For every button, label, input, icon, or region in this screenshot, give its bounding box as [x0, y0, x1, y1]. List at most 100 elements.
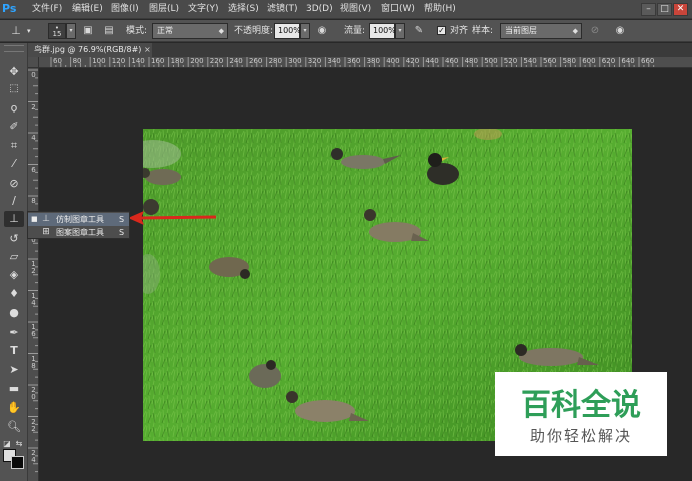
close-button[interactable]: ✕ [673, 3, 688, 16]
preset-dropdown-arrow-icon[interactable]: ▾ [27, 23, 31, 39]
tablet-pressure-size-icon[interactable]: ◉ [612, 23, 628, 39]
menu-3d[interactable]: 3D(D) [306, 0, 333, 19]
mode-select[interactable]: 正常 ◆ [152, 23, 228, 39]
tablet-pressure-opacity-icon[interactable]: ◉ [314, 23, 330, 39]
flow-input[interactable]: 100% [369, 23, 396, 39]
ruler-label: 420 [405, 57, 420, 65]
eyedropper-tool-icon[interactable]: ⁄ [4, 156, 24, 172]
align-label: 对齐 [450, 26, 469, 36]
ruler-origin[interactable] [28, 57, 39, 68]
horizontal-ruler[interactable]: 60 80 100 120 140 160 180 200 220 240 260 280 300 320… [39, 57, 692, 68]
opacity-dropdown-icon[interactable]: ▾ [300, 23, 310, 39]
document-tab-title: 鸟群.jpg @ 76.9%(RGB/8#) [34, 45, 142, 54]
mode-label: 模式: [126, 26, 148, 36]
ruler-label: 80 [72, 57, 82, 65]
menu-window[interactable]: 窗口(W) [381, 0, 415, 19]
pen-tool-icon[interactable]: ✒ [4, 325, 24, 341]
ruler-label: 18 [31, 354, 36, 370]
ruler-label: 480 [464, 57, 478, 65]
opacity-input[interactable]: 100% [274, 23, 301, 39]
ruler-label: 260 [249, 57, 263, 65]
move-tool-icon[interactable]: ✥ [4, 64, 24, 80]
ruler-label: 180 [170, 57, 184, 65]
minimize-button[interactable]: – [641, 3, 656, 16]
menu-image[interactable]: 图像(I) [111, 0, 139, 19]
maximize-button[interactable]: □ [657, 3, 672, 16]
flyout-item-shortcut: S [119, 228, 125, 237]
menu-layer[interactable]: 图层(L) [149, 0, 179, 19]
ruler-label: 120 [111, 57, 126, 65]
ruler-label: 6 [31, 165, 36, 174]
menu-select[interactable]: 选择(S) [228, 0, 259, 19]
sample-select[interactable]: 当前图层 ◆ [500, 23, 582, 39]
align-checkbox[interactable]: ✓ [437, 26, 446, 35]
menu-file[interactable]: 文件(F) [32, 0, 62, 19]
brush-size-dropdown-icon[interactable]: ▾ [66, 23, 76, 39]
paint-bucket-tool-icon[interactable]: ◈ [4, 267, 24, 283]
marquee-tool-icon[interactable]: ⬚ [4, 81, 24, 97]
menu-edit[interactable]: 编辑(E) [72, 0, 103, 19]
ignore-adjustment-layers-icon[interactable]: ⊘ [587, 23, 603, 39]
lasso-tool-icon[interactable]: ϙ [4, 100, 24, 116]
airbrush-icon[interactable]: ✎ [411, 23, 427, 39]
ruler-label: 14 [31, 291, 36, 307]
ruler-label: 200 [190, 57, 204, 65]
ruler-label: 160 [151, 57, 165, 65]
type-tool-icon[interactable]: T [4, 343, 24, 359]
zoom-tool-icon[interactable]: 🔍︎ [4, 419, 24, 435]
sample-value: 当前图层 [505, 26, 537, 35]
clone-stamp-preset-icon[interactable]: ⊥ [8, 23, 24, 39]
dodge-tool-icon[interactable]: ● [4, 305, 24, 321]
ruler-label: 4 [31, 134, 36, 142]
flyout-item-shortcut: S [119, 215, 125, 224]
ruler-label: 24 [31, 449, 36, 464]
brush-panel-icon[interactable]: ▣ [80, 23, 96, 39]
ruler-label: 640 [621, 57, 635, 65]
flyout-item-clone-stamp[interactable]: ■ ⊥ 仿制图章工具 S [28, 213, 129, 226]
clone-stamp-tool-icon[interactable]: ⊥ [4, 211, 24, 227]
menu-bar: Ps 文件(F) 编辑(E) 图像(I) 图层(L) 文字(Y) 选择(S) 滤… [0, 0, 692, 19]
history-brush-tool-icon[interactable]: ↺ [4, 231, 24, 247]
ruler-label: 20 [31, 386, 36, 401]
brush-tool-icon[interactable]: ∕ [4, 193, 24, 209]
ruler-label: 620 [601, 57, 616, 65]
tab-close-icon[interactable]: × [144, 43, 151, 57]
red-arrow-annotation [128, 211, 217, 225]
path-selection-tool-icon[interactable]: ➤ [4, 362, 24, 378]
ruler-label: 60 [53, 57, 62, 65]
menu-view[interactable]: 视图(V) [340, 0, 371, 19]
crop-tool-icon[interactable]: ⌗ [4, 138, 24, 154]
ruler-label: 100 [92, 57, 106, 65]
ruler-label: 380 [366, 57, 380, 65]
ruler-label: 300 [288, 57, 302, 65]
flyout-item-pattern-stamp[interactable]: ⊞ 图案图章工具 S [28, 226, 129, 239]
ruler-label: 560 [543, 57, 557, 65]
menu-type[interactable]: 文字(Y) [188, 0, 219, 19]
ruler-label: 280 [268, 57, 282, 65]
ruler-label: 460 [445, 57, 459, 65]
background-color-swatch[interactable] [11, 456, 24, 469]
clone-source-panel-icon[interactable]: ▤ [101, 23, 117, 39]
watermark-subtitle: 助你轻松解决 [529, 427, 632, 445]
ruler-label: 400 [386, 57, 400, 65]
flow-dropdown-icon[interactable]: ▾ [395, 23, 405, 39]
opacity-label: 不透明度: [234, 26, 274, 36]
watermark-logo: 百科全说 助你轻松解决 [495, 372, 667, 456]
hand-tool-icon[interactable]: ✋ [4, 400, 24, 416]
shape-tool-icon[interactable]: ▬ [4, 381, 24, 397]
vertical-ruler[interactable]: 024681012141618202224 [28, 68, 39, 481]
brush-size-picker[interactable]: • 15 [48, 23, 66, 39]
document-tab[interactable]: 鸟群.jpg @ 76.9%(RGB/8#) [28, 43, 152, 57]
blur-tool-icon[interactable]: ♦ [4, 286, 24, 302]
ruler-label: 220 [209, 57, 224, 65]
quick-selection-tool-icon[interactable]: ✐ [4, 119, 24, 135]
eraser-tool-icon[interactable]: ▱ [4, 249, 24, 265]
flyout-item-label: 仿制图章工具 [56, 215, 104, 224]
menu-help[interactable]: 帮助(H) [424, 0, 456, 19]
menu-filter[interactable]: 滤镜(T) [267, 0, 298, 19]
healing-brush-tool-icon[interactable]: ⊘ [4, 176, 24, 192]
pattern-stamp-icon: ⊞ [42, 227, 50, 237]
photoshop-logo: Ps [2, 2, 17, 15]
toolbar-grip[interactable] [4, 45, 24, 52]
ruler-label: 140 [131, 57, 145, 65]
